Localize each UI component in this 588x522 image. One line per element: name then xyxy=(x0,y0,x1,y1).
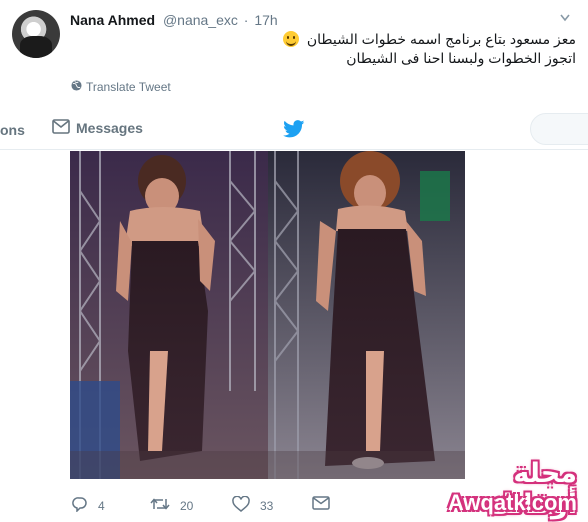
display-name[interactable]: Nana Ahmed xyxy=(70,12,155,28)
like-button[interactable]: 33 xyxy=(232,495,274,515)
reply-icon xyxy=(72,496,98,515)
direct-message-icon xyxy=(312,496,340,513)
reply-count: 4 xyxy=(98,498,105,513)
timestamp[interactable]: 17h xyxy=(254,12,277,28)
tweet-text: معز مسعود بتاع برنامج اسمه خطوات الشيطان… xyxy=(156,30,576,68)
envelope-icon xyxy=(52,119,76,137)
top-navbar: ons Messages xyxy=(0,110,588,150)
separator-dot: · xyxy=(243,12,249,28)
like-count: 33 xyxy=(260,498,274,513)
retweet-icon xyxy=(150,496,180,515)
globe-icon xyxy=(71,80,86,94)
tweet-text-line-1-content: معز مسعود بتاع برنامج اسمه خطوات الشيطان xyxy=(306,31,576,47)
direct-message-button[interactable] xyxy=(312,496,340,513)
reply-button[interactable]: 4 xyxy=(72,496,105,515)
tweet-photo[interactable] xyxy=(70,151,465,479)
retweet-count: 20 xyxy=(180,498,194,513)
heart-icon xyxy=(232,495,260,515)
retweet-button[interactable]: 20 xyxy=(150,496,193,515)
nav-messages-label: Messages xyxy=(76,120,143,136)
nav-notifications[interactable]: ons xyxy=(0,122,25,138)
tweet-text-line-2: اتجوز الخطوات ولبسنا احنا فى الشيطان xyxy=(346,50,576,66)
caret-down-icon[interactable] xyxy=(560,14,570,22)
nav-messages[interactable]: Messages xyxy=(52,119,143,137)
translate-label: Translate Tweet xyxy=(86,80,171,94)
translate-tweet-link[interactable]: Translate Tweet xyxy=(71,80,171,94)
watermark: مجلة أوقاتك Awqatk.com xyxy=(443,458,583,520)
tweet-actions: 4 20 33 xyxy=(72,495,372,516)
search-input[interactable] xyxy=(530,113,588,145)
tweet-text-line-1: معز مسعود بتاع برنامج اسمه خطوات الشيطان xyxy=(156,30,576,49)
emoji-grin-icon xyxy=(282,31,299,47)
avatar[interactable] xyxy=(12,10,60,58)
tweet-author-row: Nana Ahmed @nana_exc · 17h xyxy=(70,12,278,28)
watermark-latin: Awqatk.com xyxy=(447,490,577,515)
twitter-bird-icon[interactable] xyxy=(283,120,305,143)
handle[interactable]: @nana_exc xyxy=(163,12,238,28)
